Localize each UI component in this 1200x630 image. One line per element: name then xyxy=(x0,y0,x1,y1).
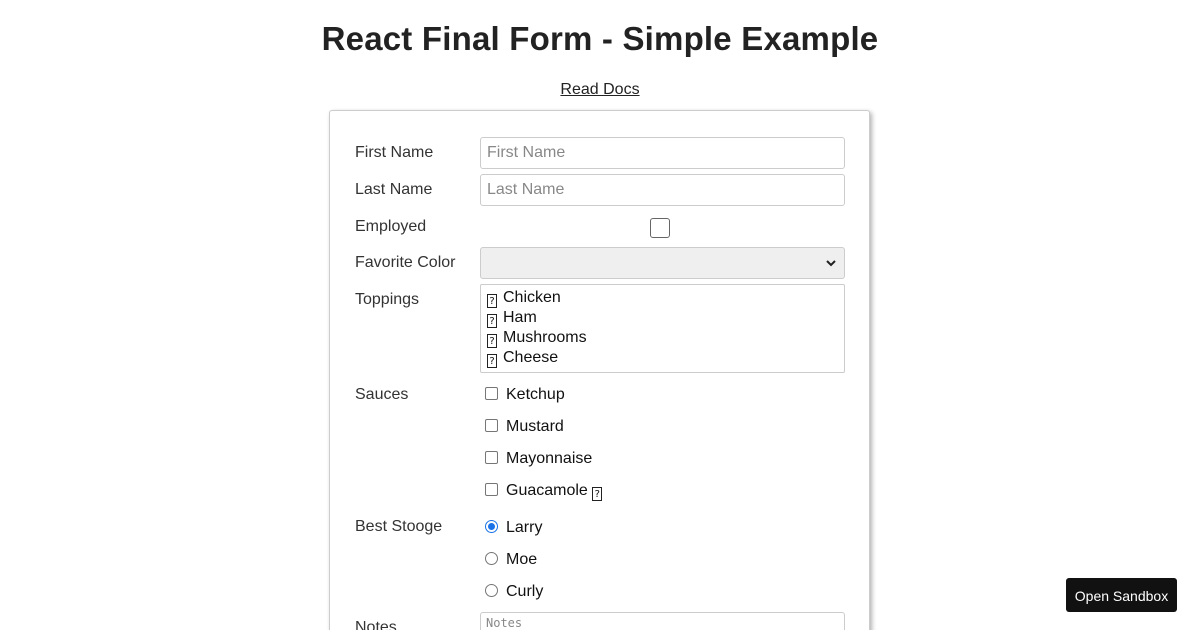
first-name-label: First Name xyxy=(355,144,434,161)
sauce-checkbox[interactable] xyxy=(485,387,498,400)
last-name-input[interactable] xyxy=(480,174,845,206)
chevron-down-icon xyxy=(826,260,836,267)
last-name-label: Last Name xyxy=(355,181,433,198)
form-card: First Name Last Name Employed Favorite C… xyxy=(329,110,870,630)
sauce-checkbox[interactable] xyxy=(485,483,498,496)
notes-row: Notes Notes xyxy=(355,612,845,630)
sauce-checkbox[interactable] xyxy=(485,451,498,464)
page: React Final Form - Simple Example Read D… xyxy=(0,0,1200,630)
sauce-option-ketchup[interactable]: Ketchup xyxy=(480,385,565,405)
sauce-option-mayonnaise[interactable]: Mayonnaise xyxy=(480,449,592,469)
toppings-row: Toppings ? Chicken ? Ham ? Mushrooms ? Chees… xyxy=(355,284,845,373)
sauce-option-guacamole[interactable]: Guacamole ? xyxy=(480,481,603,501)
sauces-label: Sauces xyxy=(355,386,409,403)
topping-option[interactable]: ? Ham xyxy=(487,308,838,328)
best-stooge-label: Best Stooge xyxy=(355,518,443,535)
topping-option[interactable]: ? Cheese xyxy=(487,348,838,368)
best-stooge-row: Best Stooge Larry Moe Curly xyxy=(355,517,845,607)
missing-glyph-icon: ? xyxy=(487,354,497,368)
open-sandbox-button[interactable]: Open Sandbox xyxy=(1066,578,1177,612)
favorite-color-label: Favorite Color xyxy=(355,254,456,271)
missing-glyph-icon: ? xyxy=(487,294,497,308)
employed-label: Employed xyxy=(355,218,427,235)
notes-label: Notes xyxy=(355,619,397,630)
toppings-multiselect[interactable]: ? Chicken ? Ham ? Mushrooms ? Cheese xyxy=(480,284,845,373)
stooge-option-curly[interactable]: Curly xyxy=(480,582,543,602)
toppings-label: Toppings xyxy=(355,291,420,308)
missing-glyph-icon: ? xyxy=(592,487,603,501)
sauce-checkbox[interactable] xyxy=(485,419,498,432)
docs-link-wrap: Read Docs xyxy=(0,81,1200,99)
stooge-option-moe[interactable]: Moe xyxy=(480,550,537,570)
employed-checkbox[interactable] xyxy=(650,218,670,238)
stooge-radio[interactable] xyxy=(485,520,498,533)
sauce-option-mustard[interactable]: Mustard xyxy=(480,417,564,437)
stooge-option-larry[interactable]: Larry xyxy=(480,518,542,538)
missing-glyph-icon: ? xyxy=(487,334,497,348)
last-name-row: Last Name xyxy=(355,174,845,206)
read-docs-link[interactable]: Read Docs xyxy=(560,81,639,98)
topping-option[interactable]: ? Mushrooms xyxy=(487,328,838,348)
sauces-row: Sauces Ketchup Mustard Mayonnaise Guacam… xyxy=(355,385,845,505)
stooge-radio[interactable] xyxy=(485,584,498,597)
favorite-color-select[interactable] xyxy=(480,247,845,279)
missing-glyph-icon: ? xyxy=(487,314,497,328)
page-title: React Final Form - Simple Example xyxy=(321,20,879,57)
notes-textarea[interactable]: Notes xyxy=(480,612,845,630)
employed-row: Employed xyxy=(355,217,845,241)
first-name-row: First Name xyxy=(355,137,845,169)
favorite-color-row: Favorite Color xyxy=(355,247,845,279)
stooge-radio[interactable] xyxy=(485,552,498,565)
topping-option[interactable]: ? Chicken xyxy=(487,288,838,308)
first-name-input[interactable] xyxy=(480,137,845,169)
